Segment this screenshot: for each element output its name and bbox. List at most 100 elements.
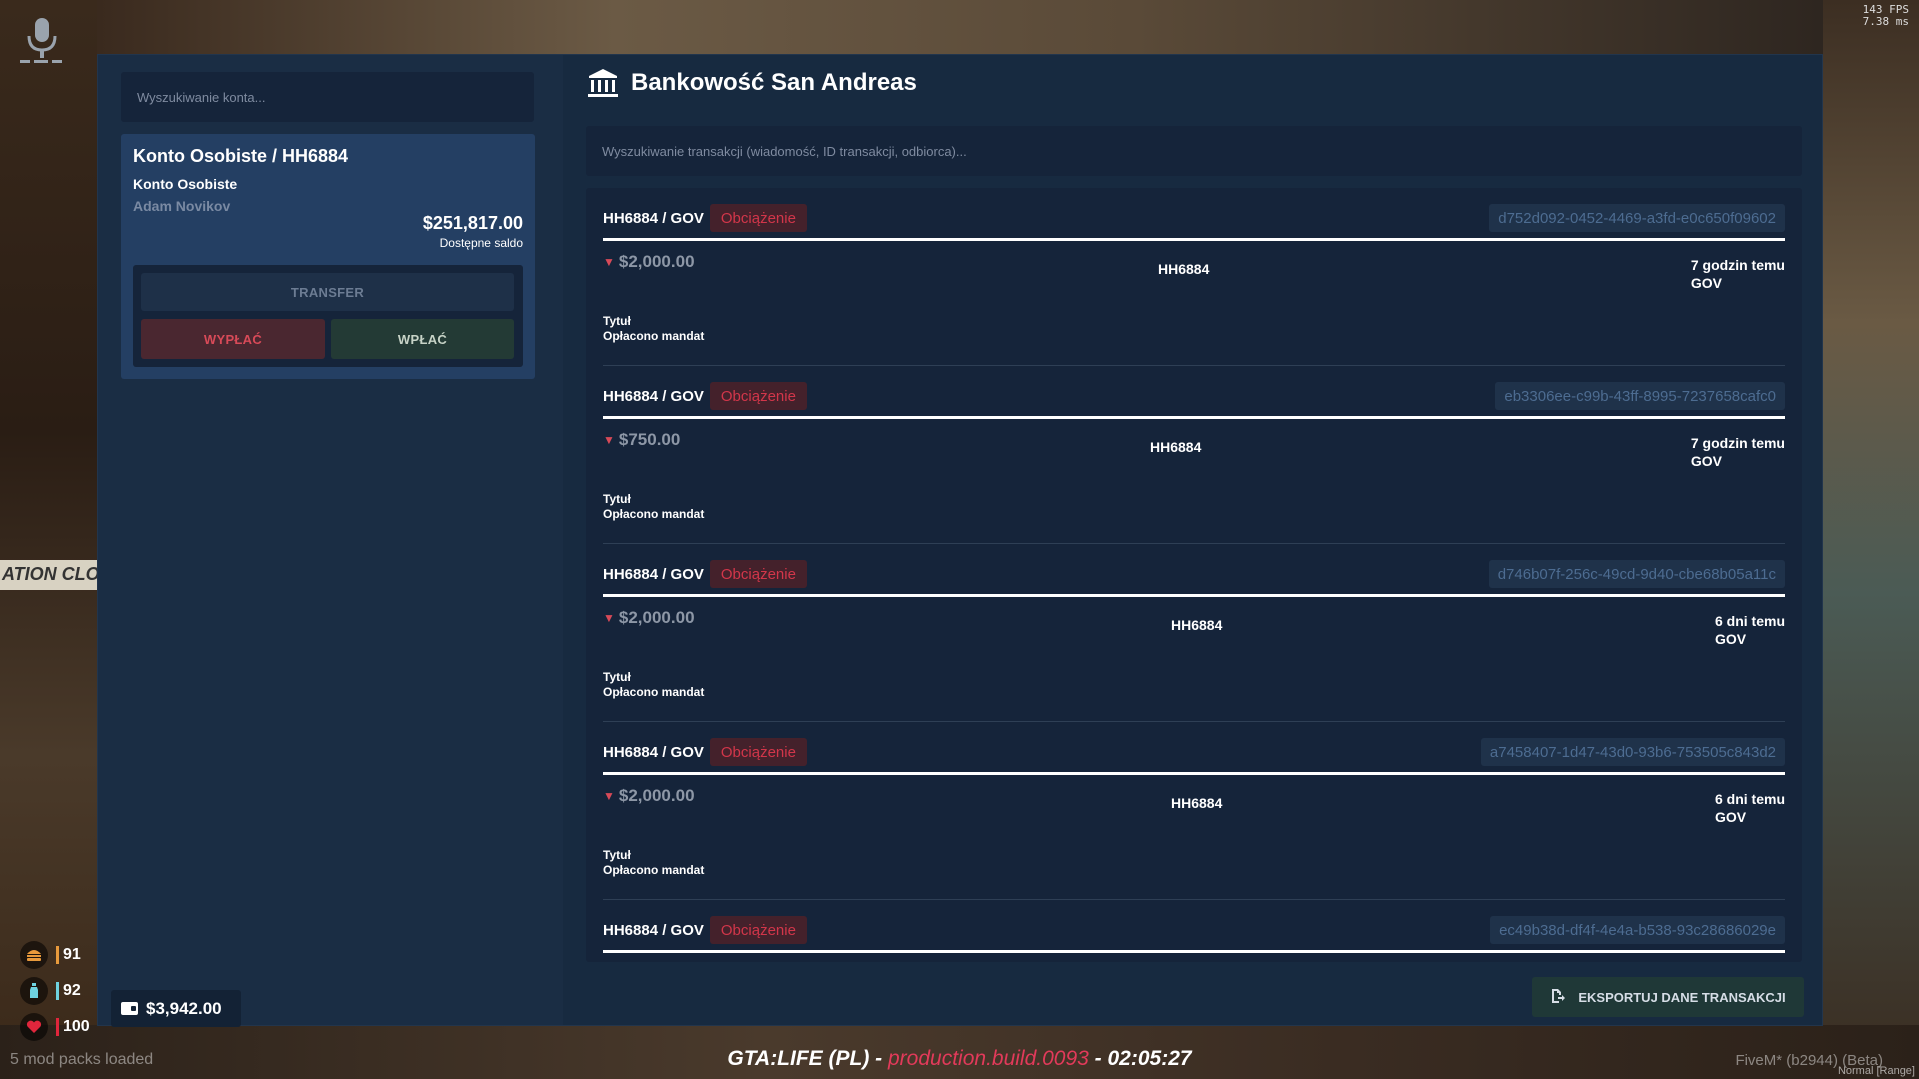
transaction-title: Opłacono mandat <box>603 329 705 343</box>
hunger-status: 91 <box>20 941 100 969</box>
account-title: Konto Osobiste / HH6884 <box>133 146 349 166</box>
server-info: GTA:LIFE (PL) - production.build.0093 - … <box>0 1047 1919 1071</box>
game-background-left <box>0 0 97 1079</box>
account-type: Konto Osobiste <box>133 176 238 192</box>
transaction-title: Opłacono mandat <box>603 507 705 521</box>
export-icon <box>1550 988 1566 1007</box>
export-transactions-button[interactable]: EKSPORTUJ DANE TRANSAKCJI <box>1532 977 1804 1017</box>
hunger-value: 91 <box>63 946 81 963</box>
transaction-divider <box>603 950 1785 953</box>
transaction-header: HH6884 / GOV Obciążenie d752d092-0452-44… <box>603 204 1785 232</box>
microphone-icon <box>20 16 64 68</box>
transaction-type-badge: Obciążenie <box>709 382 807 410</box>
wallet-cash: $3,942.00 <box>111 990 241 1027</box>
transaction-id[interactable]: a7458407-1d47-43d0-93b6-753505c843d2 <box>1480 738 1785 766</box>
server-build: production.build.0093 <box>888 1047 1089 1070</box>
transaction-title-label: Tytuł <box>603 492 631 506</box>
transaction-divider <box>603 238 1785 241</box>
health-bar <box>56 1018 59 1036</box>
transaction-type-badge: Obciążenie <box>709 916 807 944</box>
transaction-id[interactable]: d752d092-0452-4469-a3fd-e0c650f09602 <box>1489 204 1785 232</box>
transaction-title: Opłacono mandat <box>603 685 705 699</box>
transaction-route: HH6884 / GOV <box>603 565 704 583</box>
transaction-title: Opłacono mandat <box>603 863 705 877</box>
transaction-divider <box>603 594 1785 597</box>
frame-time-value: 7.38 ms <box>1862 15 1909 28</box>
transaction-route: HH6884 / GOV <box>603 743 704 761</box>
voice-range: Normal [Range] <box>1837 1065 1915 1077</box>
transaction-item: HH6884 / GOV Obciążenie d752d092-0452-44… <box>603 188 1785 366</box>
thirst-bar <box>56 982 59 1000</box>
hunger-bar <box>56 946 59 964</box>
account-card[interactable]: Konto Osobiste / HH6884 Konto Osobiste A… <box>121 134 535 379</box>
transaction-party: HH6884 <box>1158 261 1210 277</box>
transaction-amount-value: $2,000.00 <box>618 608 695 627</box>
transaction-recipient: GOV <box>1690 453 1722 469</box>
bank-icon <box>587 67 619 99</box>
banking-app-window: Konto Osobiste / HH6884 Konto Osobiste A… <box>97 54 1823 1027</box>
transaction-time-value: 7 godzin temu <box>1690 435 1785 451</box>
transaction-list[interactable]: HH6884 / GOV Obciążenie d752d092-0452-44… <box>586 188 1802 962</box>
transaction-type-badge: Obciążenie <box>709 560 807 588</box>
burger-icon <box>20 941 48 969</box>
transaction-party: HH6884 <box>1171 795 1223 811</box>
transaction-search-input[interactable] <box>586 126 1802 176</box>
debit-arrow-icon: ▼ <box>603 433 615 447</box>
transaction-route: HH6884 / GOV <box>603 209 704 227</box>
transaction-title-label: Tytuł <box>603 670 631 684</box>
transaction-item: HH6884 / GOV Obciążenie d746b07f-256c-49… <box>603 544 1785 722</box>
transaction-recipient: GOV <box>1690 275 1722 291</box>
transaction-amount: ▼ $750.00 <box>603 430 680 450</box>
thirst-value: 92 <box>63 982 81 999</box>
transaction-header: HH6884 / GOV Obciążenie ec49b38d-df4f-4e… <box>603 916 1785 944</box>
bottle-icon <box>20 977 48 1005</box>
debit-arrow-icon: ▼ <box>603 255 615 269</box>
transaction-header: HH6884 / GOV Obciążenie a7458407-1d47-43… <box>603 738 1785 766</box>
heart-icon <box>20 1013 48 1041</box>
bank-header: Bankowość San Andreas <box>587 67 917 99</box>
transaction-divider <box>603 416 1785 419</box>
transactions-panel: Bankowość San Andreas HH6884 / GOV Obcią… <box>563 55 1822 1025</box>
transaction-route: HH6884 / GOV <box>603 387 704 405</box>
transaction-id[interactable]: d746b07f-256c-49cd-9d40-cbe68b05a11c <box>1488 560 1785 588</box>
server-name: GTA:LIFE (PL) - <box>727 1047 888 1070</box>
thirst-status: 92 <box>20 977 100 1005</box>
transaction-item: HH6884 / GOV Obciążenie ec49b38d-df4f-4e… <box>603 900 1785 962</box>
account-actions: TRANSFER WYPŁAĆ WPŁAĆ <box>133 265 523 367</box>
transaction-party: HH6884 <box>1150 439 1202 455</box>
account-balance: $251,817.00 <box>422 213 523 233</box>
transaction-amount-value: $2,000.00 <box>618 252 695 271</box>
server-time: - 02:05:27 <box>1088 1047 1192 1070</box>
transaction-time: 7 godzin temu GOV <box>1691 434 1785 470</box>
account-owner: Adam Novikov <box>133 198 231 214</box>
transaction-header: HH6884 / GOV Obciążenie eb3306ee-c99b-43… <box>603 382 1785 410</box>
export-label: EKSPORTUJ DANE TRANSAKCJI <box>1578 989 1786 1005</box>
account-search-input[interactable] <box>121 72 534 122</box>
transaction-id[interactable]: eb3306ee-c99b-43ff-8995-7237658cafc0 <box>1495 382 1785 410</box>
transaction-time-value: 7 godzin temu <box>1690 257 1785 273</box>
transaction-recipient: GOV <box>1714 631 1747 647</box>
transaction-time-value: 6 dni temu <box>1714 613 1785 629</box>
withdraw-button[interactable]: WYPŁAĆ <box>141 319 325 359</box>
transaction-title-label: Tytuł <box>603 848 631 862</box>
transaction-time-value: 6 dni temu <box>1714 791 1785 807</box>
account-action-row: WYPŁAĆ WPŁAĆ <box>141 319 515 359</box>
transaction-amount: ▼ $2,000.00 <box>603 608 695 628</box>
transaction-type-badge: Obciążenie <box>709 738 807 766</box>
transaction-title-label: Tytuł <box>603 314 631 328</box>
account-balance-label: Dostępne saldo <box>439 236 523 250</box>
health-status: 100 <box>20 1013 100 1041</box>
transaction-route: HH6884 / GOV <box>603 921 704 939</box>
debit-arrow-icon: ▼ <box>603 789 615 803</box>
transaction-item: HH6884 / GOV Obciążenie eb3306ee-c99b-43… <box>603 366 1785 544</box>
transaction-id[interactable]: ec49b38d-df4f-4e4a-b538-93c28686029e <box>1490 916 1785 944</box>
game-background-top <box>97 0 1823 54</box>
game-background-right <box>1823 0 1919 1079</box>
transaction-time: 7 godzin temu GOV <box>1691 256 1785 292</box>
transfer-button[interactable]: TRANSFER <box>141 273 514 311</box>
transaction-divider <box>603 772 1785 775</box>
accounts-sidebar: Konto Osobiste / HH6884 Konto Osobiste A… <box>98 55 563 1027</box>
deposit-button[interactable]: WPŁAĆ <box>331 319 514 359</box>
background-sign: ATION CLOS <box>0 560 97 590</box>
health-value: 100 <box>63 1018 90 1035</box>
